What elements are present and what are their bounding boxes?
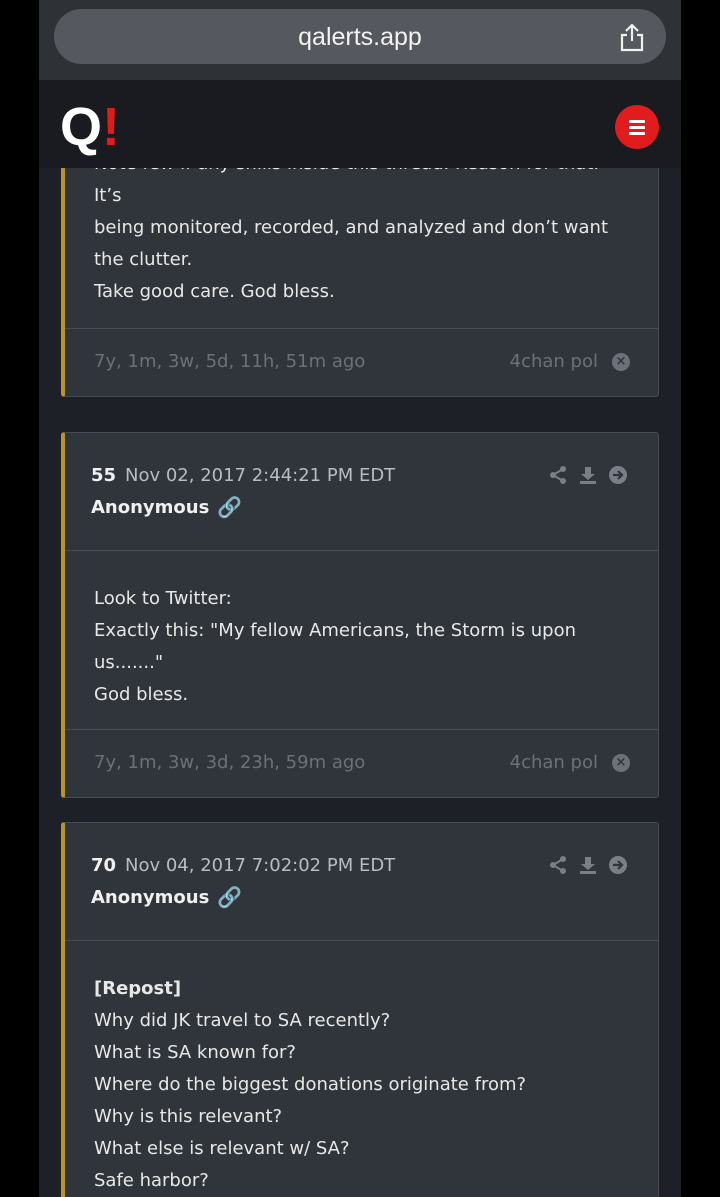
phone-screen: qalerts.app Q! Note few if any shills in… — [39, 0, 681, 1197]
post-header: 55 Nov 02, 2017 2:44:21 PM EDT Anonymous… — [65, 433, 658, 551]
post-card: 70 Nov 04, 2017 7:02:02 PM EDT Anonymous… — [61, 822, 659, 1197]
address-bar[interactable]: qalerts.app — [54, 9, 666, 64]
logo-bang: ! — [102, 97, 120, 157]
post-body-line: Take good care. God bless. — [94, 281, 335, 302]
post-body-line: Why did JK travel to SA recently? — [94, 1010, 391, 1031]
post-body: Note few if any shills inside this threa… — [65, 168, 658, 328]
post-feed: Note few if any shills inside this threa… — [39, 168, 681, 1197]
post-body-line: God bless. — [94, 684, 189, 705]
post-body-line: [Repost] — [94, 978, 182, 999]
hamburger-icon-bar — [629, 126, 645, 129]
post-source[interactable]: 4chan pol — [510, 752, 598, 773]
link-icon[interactable]: 🔗 — [217, 495, 242, 519]
post-header: 70 Nov 04, 2017 7:02:02 PM EDT Anonymous… — [65, 823, 658, 941]
post-body-line: Exactly this: "My fellow Americans, the … — [94, 620, 577, 673]
post-body: [Repost] Why did JK travel to SA recentl… — [65, 941, 658, 1197]
logo-q: Q — [60, 97, 103, 157]
link-icon[interactable]: 🔗 — [217, 885, 242, 909]
hamburger-icon — [629, 120, 645, 123]
post-body-line: being monitored, recorded, and analyzed … — [94, 217, 609, 238]
post-actions — [548, 465, 628, 485]
arrow-right-icon[interactable] — [608, 855, 628, 875]
post-card: 55 Nov 02, 2017 2:44:21 PM EDT Anonymous… — [61, 432, 659, 798]
browser-toolbar: qalerts.app — [39, 0, 681, 80]
url-text[interactable]: qalerts.app — [54, 23, 666, 52]
download-icon[interactable] — [578, 855, 598, 875]
arrow-right-icon[interactable] — [608, 465, 628, 485]
close-icon[interactable]: × — [612, 754, 630, 772]
close-icon[interactable]: × — [612, 353, 630, 371]
post-footer: 7y, 1m, 3w, 5d, 11h, 51m ago 4chan pol × — [65, 328, 658, 396]
post-author: Anonymous — [91, 497, 210, 518]
post-actions — [548, 855, 628, 875]
post-body-line: Where do the biggest donations originate… — [94, 1074, 527, 1095]
post-body-line: What else is relevant w/ SA? — [94, 1138, 350, 1159]
post-body-line: Safe harbor? — [94, 1170, 209, 1191]
post-age: 7y, 1m, 3w, 3d, 23h, 59m ago — [94, 752, 366, 773]
post-footer: 7y, 1m, 3w, 3d, 23h, 59m ago 4chan pol × — [65, 729, 658, 797]
menu-button[interactable] — [615, 105, 659, 149]
share-icon[interactable] — [618, 22, 646, 52]
post-body: Look to Twitter: Exactly this: "My fello… — [65, 551, 658, 729]
post-body-line: Look to Twitter: — [94, 588, 232, 609]
share-icon[interactable] — [548, 465, 568, 485]
post-date: Nov 02, 2017 2:44:21 PM EDT — [125, 465, 396, 486]
post-body-line: What is SA known for? — [94, 1042, 296, 1063]
post-body-line: the clutter. — [94, 249, 193, 270]
share-icon[interactable] — [548, 855, 568, 875]
hamburger-icon-bar — [629, 132, 645, 135]
post-age: 7y, 1m, 3w, 5d, 11h, 51m ago — [94, 351, 366, 372]
post-source[interactable]: 4chan pol — [510, 351, 598, 372]
post-body-line: Why is this relevant? — [94, 1106, 283, 1127]
post-author: Anonymous — [91, 887, 210, 908]
site-logo[interactable]: Q! — [60, 100, 120, 154]
post-date: Nov 04, 2017 7:02:02 PM EDT — [125, 855, 396, 876]
post-body-line: Note few if any shills inside this threa… — [94, 168, 599, 206]
download-icon[interactable] — [578, 465, 598, 485]
post-number: 55 — [91, 465, 117, 486]
post-number: 70 — [91, 855, 117, 876]
site-header: Q! — [39, 80, 681, 168]
post-card: Note few if any shills inside this threa… — [61, 168, 659, 397]
